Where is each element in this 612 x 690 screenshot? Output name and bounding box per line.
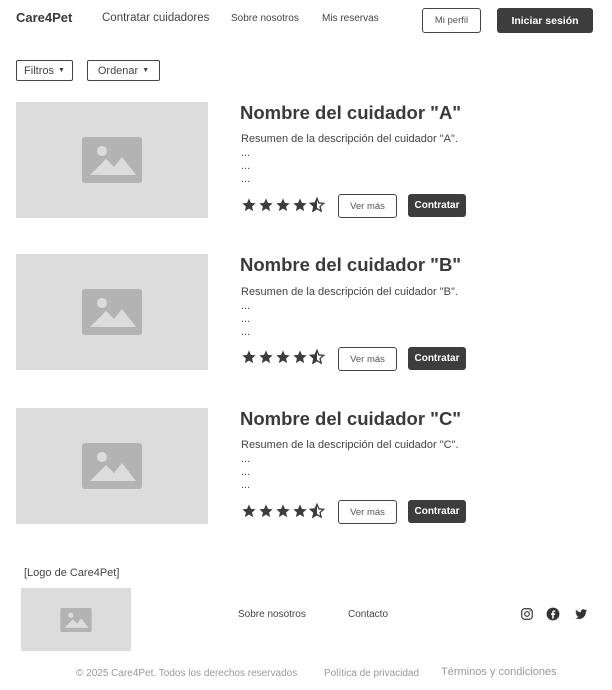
image-placeholder-icon	[82, 289, 142, 335]
star-half-icon	[309, 197, 325, 213]
sort-label: Ordenar	[97, 64, 139, 77]
filters-label: Filtros	[24, 64, 54, 77]
star-icon	[276, 350, 290, 364]
sort-dropdown[interactable]: Ordenar ▼	[87, 60, 160, 81]
caregiver-photo	[16, 102, 208, 218]
chevron-down-icon: ▼	[142, 67, 150, 74]
image-placeholder-icon	[60, 607, 92, 632]
star-icon	[276, 504, 290, 518]
star-icon	[259, 350, 273, 364]
star-half-icon	[309, 503, 325, 519]
hire-button[interactable]: Contratar	[408, 347, 466, 370]
star-icon	[242, 350, 256, 364]
caregiver-summary: Resumen de la descripción del cuidador "…	[241, 286, 458, 298]
hire-button[interactable]: Contratar	[408, 194, 466, 217]
app-logo[interactable]: Care4Pet	[16, 10, 72, 25]
star-half-icon	[309, 349, 325, 365]
star-icon	[259, 504, 273, 518]
caregiver-summary: Resumen de la descripción del cuidador "…	[241, 439, 459, 451]
caregiver-photo	[16, 254, 208, 370]
facebook-icon[interactable]	[546, 607, 560, 621]
twitter-icon[interactable]	[574, 607, 588, 621]
image-placeholder-icon	[82, 137, 142, 183]
caregiver-name: Nombre del cuidador "B"	[240, 254, 462, 275]
rating-stars	[241, 197, 325, 213]
footer-logo-image	[21, 588, 131, 651]
star-icon	[293, 504, 307, 518]
summary-ellipsis: .........	[241, 300, 251, 338]
nav-contratar-cuidadores[interactable]: Contratar cuidadores	[102, 12, 209, 24]
filters-dropdown[interactable]: Filtros ▼	[16, 60, 73, 81]
image-placeholder-icon	[82, 443, 142, 489]
nav-sobre-nosotros[interactable]: Sobre nosotros	[231, 13, 299, 24]
instagram-icon[interactable]	[520, 607, 534, 621]
rating-stars	[241, 503, 325, 519]
rating-stars	[241, 349, 325, 365]
nav-mis-reservas[interactable]: Mis reservas	[322, 13, 379, 24]
footer-logo-label: [Logo de Care4Pet]	[24, 567, 120, 579]
login-button[interactable]: Iniciar sesión	[497, 8, 593, 33]
footer-link-contacto[interactable]: Contacto	[348, 609, 388, 620]
view-more-button[interactable]: Ver más	[338, 347, 397, 371]
terms-link[interactable]: Términos y condiciones	[441, 666, 557, 678]
summary-ellipsis: .........	[241, 453, 251, 491]
star-icon	[242, 198, 256, 212]
star-icon	[242, 504, 256, 518]
caregiver-name: Nombre del cuidador "C"	[240, 408, 462, 429]
footer-link-sobre-nosotros[interactable]: Sobre nosotros	[238, 609, 306, 620]
star-icon	[293, 198, 307, 212]
caregiver-photo	[16, 408, 208, 524]
star-icon	[276, 198, 290, 212]
hire-button[interactable]: Contratar	[408, 500, 466, 523]
caregiver-summary: Resumen de la descripción del cuidador "…	[241, 133, 458, 145]
chevron-down-icon: ▼	[58, 67, 65, 74]
caregiver-name: Nombre del cuidador "A"	[240, 102, 462, 123]
view-more-button[interactable]: Ver más	[338, 500, 397, 524]
copyright-text: © 2025 Care4Pet. Todos los derechos rese…	[76, 668, 298, 679]
view-more-button[interactable]: Ver más	[338, 194, 397, 218]
star-icon	[259, 198, 273, 212]
profile-button[interactable]: Mi perfil	[422, 8, 481, 33]
star-icon	[293, 350, 307, 364]
privacy-link[interactable]: Política de privacidad	[324, 668, 419, 679]
summary-ellipsis: .........	[241, 147, 251, 185]
